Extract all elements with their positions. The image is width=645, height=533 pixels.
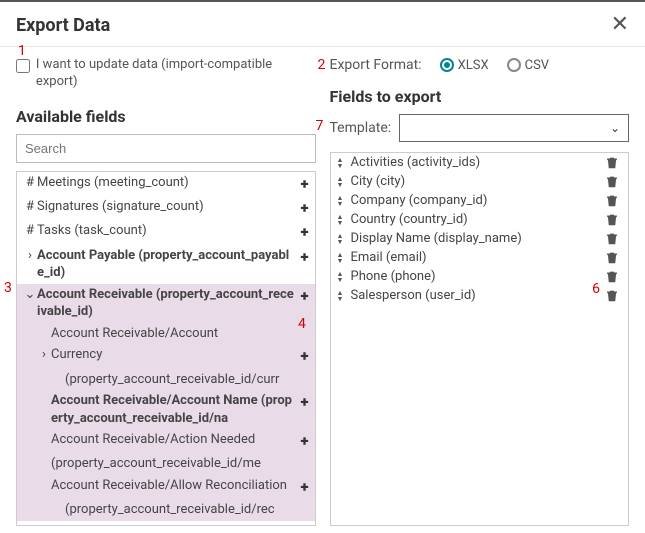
field-label: Tasks (task_count) [37,222,295,240]
add-field-icon[interactable]: + [295,346,311,366]
page-title: Export Data [16,15,110,36]
field-label: Account Receivable/Account Name (propert… [51,392,295,427]
export-field-row[interactable]: ▲▼Display Name (display_name) [331,229,629,248]
export-field-label: Display Name (display_name) [351,231,607,246]
radio-dot-icon [440,58,454,72]
trash-icon[interactable] [606,251,622,264]
tree-row[interactable]: ⌄Account Receivable (property_account_re… [17,284,315,323]
tree-row[interactable]: Account Receivable/Account [17,323,315,345]
close-icon[interactable]: ✕ [611,14,629,36]
format-xlsx-label: XLSX [458,58,489,73]
trash-icon[interactable] [606,270,622,283]
tree-row[interactable]: Account Receivable/Allow Reconciliation+ [17,475,315,499]
tree-row[interactable]: #Signatures (signature_count)+ [17,196,315,220]
add-field-icon[interactable]: + [295,174,311,194]
export-field-label: Company (company_id) [351,193,607,208]
add-field-icon[interactable]: + [295,198,311,218]
drag-handle-icon[interactable]: ▲▼ [337,271,351,283]
expand-icon[interactable]: ⌄ [23,286,37,304]
field-type-icon: # [23,174,37,192]
tree-row[interactable]: Account Receivable/Action Needed+ [17,429,315,453]
expand-icon[interactable]: › [37,346,51,364]
tree-row[interactable]: Account Receivable/Account Name (propert… [17,390,315,429]
callout-7: 7 [316,118,324,134]
export-field-label: Salesperson (user_id) [351,288,607,303]
trash-icon[interactable] [606,175,622,188]
export-field-label: Email (email) [351,250,607,265]
export-field-label: City (city) [351,174,607,189]
format-xlsx-radio[interactable]: XLSX [440,58,489,73]
export-field-row[interactable]: ▲▼Salesperson (user_id) [331,286,629,305]
tree-row[interactable]: #Meetings (meeting_count)+ [17,172,315,196]
tree-row[interactable]: (property_account_receivable_id/rec [17,499,315,521]
add-field-icon[interactable]: + [295,247,311,267]
field-label: Account Receivable (property_account_rec… [37,286,295,321]
trash-icon[interactable] [606,213,622,226]
available-fields-tree[interactable]: #Meetings (meeting_count)+#Signatures (s… [16,171,316,526]
drag-handle-icon[interactable]: ▲▼ [337,214,351,226]
add-field-icon[interactable]: + [295,477,311,497]
field-type-icon: # [23,198,37,216]
field-label: Currency [51,346,295,364]
template-label: Template: [330,120,392,136]
trash-icon[interactable] [606,232,622,245]
update-data-checkbox[interactable] [16,59,30,73]
drag-handle-icon[interactable]: ▲▼ [337,195,351,207]
tree-row[interactable]: ›Currency+ [17,344,315,368]
field-label: Account Payable (property_account_payabl… [37,247,295,282]
export-field-row[interactable]: ▲▼Company (company_id) [331,191,629,210]
tree-row[interactable]: ›Account Payable (property_account_payab… [17,245,315,284]
field-label: Meetings (meeting_count) [37,174,295,192]
export-field-label: Phone (phone) [351,269,607,284]
add-field-icon[interactable]: + [295,286,311,306]
template-select[interactable]: ⌄ [399,114,629,142]
expand-icon[interactable]: › [23,247,37,265]
format-csv-label: CSV [525,58,549,73]
export-field-label: Country (country_id) [351,212,607,227]
format-csv-radio[interactable]: CSV [507,58,549,73]
field-label: (property_account_receivable_id/curr [65,371,311,389]
add-field-icon[interactable]: + [295,392,311,412]
export-field-label: Activities (activity_ids) [351,155,607,170]
chevron-down-icon: ⌄ [610,121,620,135]
field-label: (property_account_receivable_id/me [51,455,311,473]
export-field-row[interactable]: ▲▼City (city) [331,172,629,191]
field-label: Account Receivable/Account [51,325,311,343]
trash-icon[interactable] [606,289,622,302]
fields-to-export-list[interactable]: 5 6 ▲▼Activities (activity_ids)▲▼City (c… [330,152,630,526]
available-fields-title: Available fields [16,107,316,126]
radio-dot-icon [507,58,521,72]
drag-handle-icon[interactable]: ▲▼ [337,290,351,302]
export-field-row[interactable]: ▲▼Email (email) [331,248,629,267]
fields-to-export-title: Fields to export [330,87,630,106]
tree-row[interactable]: (property_account_receivable_id/me [17,453,315,475]
search-input[interactable] [16,134,316,163]
field-label: Account Receivable/Action Needed [51,431,295,449]
drag-handle-icon[interactable]: ▲▼ [337,157,351,169]
add-field-icon[interactable]: + [295,431,311,451]
drag-handle-icon[interactable]: ▲▼ [337,252,351,264]
export-field-row[interactable]: ▲▼Activities (activity_ids) [331,153,629,172]
tree-row[interactable]: (property_account_receivable_id/curr [17,369,315,391]
field-label: (property_account_receivable_id/rec [65,501,311,519]
field-label: Account Receivable/Allow Reconciliation [51,477,295,495]
callout-2: 2 [318,57,326,73]
export-format-label: Export Format: [330,57,422,73]
trash-icon[interactable] [606,156,622,169]
export-field-row[interactable]: ▲▼Country (country_id) [331,210,629,229]
field-type-icon: # [23,222,37,240]
tree-row[interactable]: #Tasks (task_count)+ [17,220,315,244]
add-field-icon[interactable]: + [295,222,311,242]
field-label: Signatures (signature_count) [37,198,295,216]
drag-handle-icon[interactable]: ▲▼ [337,233,351,245]
update-data-label: I want to update data (import-compatible… [36,57,316,91]
export-field-row[interactable]: ▲▼Phone (phone) [331,267,629,286]
drag-handle-icon[interactable]: ▲▼ [337,176,351,188]
trash-icon[interactable] [606,194,622,207]
